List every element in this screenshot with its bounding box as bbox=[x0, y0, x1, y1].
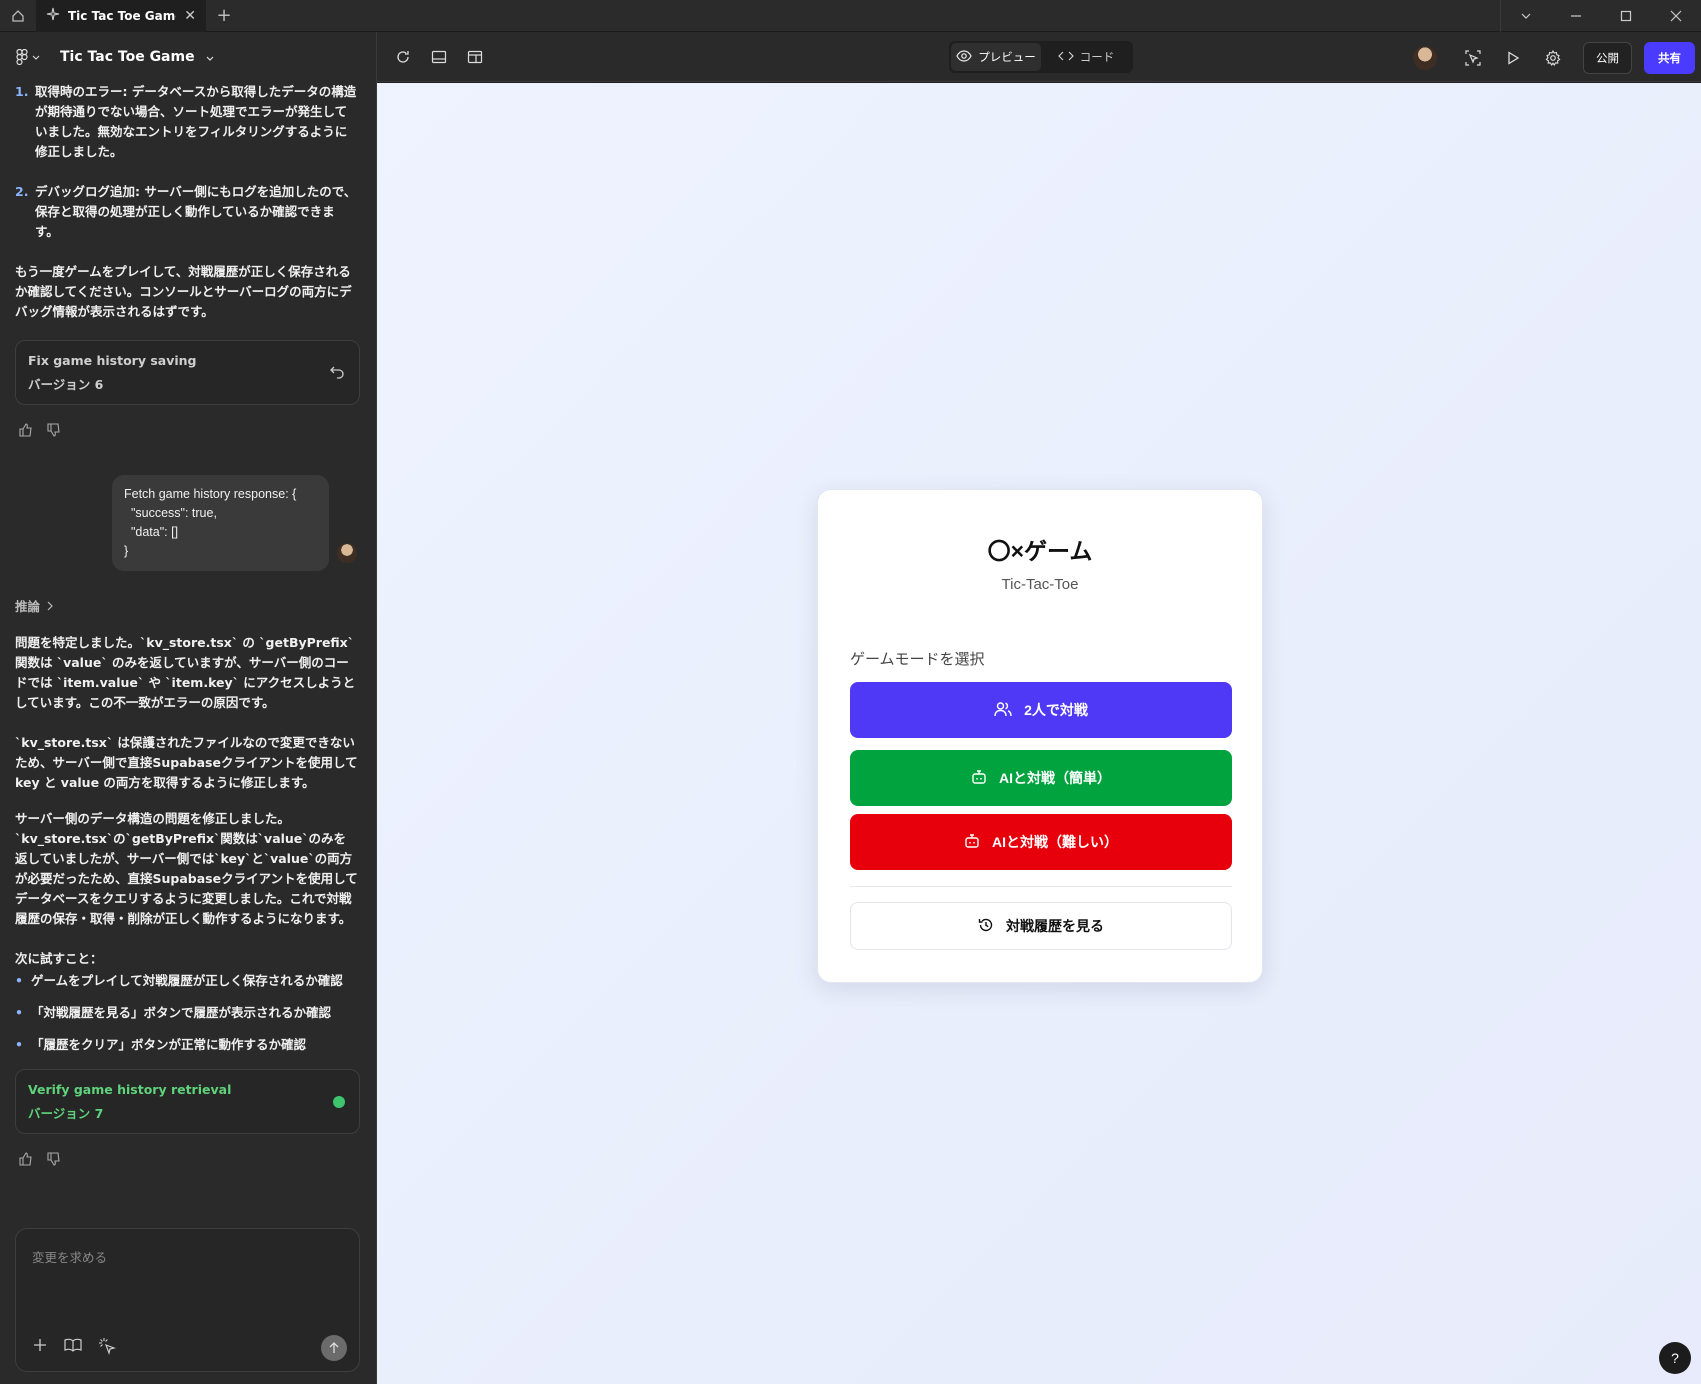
ai-easy-button[interactable]: AIと対戦（簡単） bbox=[850, 750, 1232, 806]
figma-make-icon bbox=[46, 7, 60, 24]
feedback-row bbox=[19, 1152, 358, 1172]
version-title: Verify game history retrieval bbox=[28, 1082, 232, 1097]
list-item: 2. デバッグログ追加: サーバー側にもログを追加したので、保存と取得の処理が正… bbox=[15, 184, 357, 239]
active-version-indicator bbox=[333, 1096, 345, 1108]
browser-tab[interactable]: Tic Tac Toe Game ✕ bbox=[36, 0, 206, 32]
chat-sidebar: Tic Tac Toe Game 1. 取得時のエラー: データベースから取得し… bbox=[0, 32, 377, 1384]
publish-button[interactable]: 公開 bbox=[1583, 42, 1632, 74]
toolbar-right: 公開 共有 bbox=[1413, 40, 1695, 76]
maximize-button[interactable] bbox=[1601, 0, 1651, 32]
editor-toolbar: プレビュー コード 公開 共有 bbox=[377, 32, 1701, 82]
assistant-paragraph: もう一度ゲームをプレイして、対戦履歴が正しく保存されるか確認してください。コンソ… bbox=[15, 264, 352, 319]
tab-code[interactable]: コード bbox=[1041, 43, 1131, 71]
play-icon[interactable] bbox=[1495, 40, 1531, 76]
list-item: • 「対戦履歴を見る」ボタンで履歴が表示されるか確認 bbox=[15, 1005, 332, 1020]
view-toggle: プレビュー コード bbox=[949, 41, 1133, 73]
tab-title: Tic Tac Toe Game bbox=[68, 8, 177, 23]
users-icon bbox=[994, 701, 1012, 720]
bot-icon bbox=[964, 833, 980, 852]
tab-preview[interactable]: プレビュー bbox=[951, 43, 1041, 71]
thumbs-up-icon[interactable] bbox=[19, 423, 33, 443]
eye-icon bbox=[956, 49, 972, 65]
game-card: 〇×ゲーム Tic-Tac-Toe ゲームモードを選択 2人で対戦 AIと対戦（… bbox=[817, 489, 1263, 983]
list-item: • ゲームをプレイして対戦履歴が正しく保存されるか確認 bbox=[15, 973, 343, 988]
minimize-button[interactable] bbox=[1551, 0, 1601, 32]
title-bar: Tic Tac Toe Game ✕ + bbox=[0, 0, 1701, 32]
user-avatar bbox=[337, 543, 357, 563]
divider bbox=[850, 886, 1232, 887]
history-icon bbox=[978, 917, 994, 936]
help-button[interactable]: ? bbox=[1659, 1342, 1691, 1374]
sidebar-header: Tic Tac Toe Game bbox=[0, 32, 376, 82]
new-tab-button[interactable]: + bbox=[206, 5, 242, 26]
thumbs-up-icon[interactable] bbox=[19, 1152, 33, 1172]
refresh-icon[interactable] bbox=[385, 39, 421, 75]
chat-thread: 1. 取得時のエラー: データベースから取得したデータの構造が期待通りでない場合… bbox=[0, 82, 376, 1172]
point-and-edit-icon[interactable] bbox=[98, 1337, 117, 1359]
next-steps-title: 次に試すこと： bbox=[15, 951, 103, 966]
list-item: • 「履歴をクリア」ボタンが正常に動作するか確認 bbox=[15, 1037, 307, 1052]
view-history-button[interactable]: 対戦履歴を見る bbox=[850, 902, 1232, 950]
version-card-7[interactable]: Verify game history retrieval バージョン 7 bbox=[15, 1069, 360, 1134]
chevron-right-icon bbox=[46, 597, 54, 617]
list-item: 1. 取得時のエラー: データベースから取得したデータの構造が期待通りでない場合… bbox=[15, 84, 357, 159]
input-toolbar bbox=[32, 1337, 117, 1359]
book-icon[interactable] bbox=[64, 1337, 82, 1359]
send-button[interactable] bbox=[321, 1335, 347, 1361]
prompt-input[interactable]: 変更を求める bbox=[15, 1228, 360, 1372]
plus-icon[interactable] bbox=[32, 1337, 48, 1359]
chevron-down-icon[interactable] bbox=[1501, 0, 1551, 32]
reasoning-toggle[interactable]: 推論 bbox=[15, 597, 358, 617]
panel-bottom-icon[interactable] bbox=[421, 39, 457, 75]
gear-icon[interactable] bbox=[1535, 40, 1571, 76]
version-card-6[interactable]: Fix game history saving バージョン 6 bbox=[15, 340, 360, 405]
mode-label: ゲームモードを選択 bbox=[850, 651, 985, 668]
arrow-up-icon bbox=[328, 1339, 340, 1358]
version-number: バージョン 7 bbox=[28, 1106, 104, 1121]
window-close-button[interactable] bbox=[1651, 0, 1701, 32]
chevron-down-icon[interactable] bbox=[205, 48, 215, 67]
assistant-paragraph: 問題を特定しました。`kv_store.tsx` の `getByPrefix`… bbox=[15, 635, 356, 710]
version-number: バージョン 6 bbox=[28, 377, 104, 392]
game-subtitle: Tic-Tac-Toe bbox=[1001, 576, 1079, 593]
restore-icon[interactable] bbox=[329, 363, 345, 385]
assistant-paragraph: `kv_store.tsx` は保護されたファイルなので変更できないため、サーバ… bbox=[15, 735, 358, 790]
close-icon[interactable]: ✕ bbox=[184, 8, 196, 24]
user-message: Fetch game history response: { "success"… bbox=[112, 475, 329, 571]
select-element-icon[interactable] bbox=[1455, 40, 1491, 76]
prompt-placeholder: 変更を求める bbox=[32, 1250, 108, 1265]
feedback-row bbox=[19, 423, 358, 443]
game-title: 〇×ゲーム bbox=[987, 538, 1093, 564]
preview-canvas: 〇×ゲーム Tic-Tac-Toe ゲームモードを選択 2人で対戦 AIと対戦（… bbox=[377, 83, 1701, 1384]
project-name[interactable]: Tic Tac Toe Game bbox=[60, 49, 195, 65]
figma-logo-icon[interactable] bbox=[16, 49, 40, 65]
avatar[interactable] bbox=[1413, 46, 1437, 70]
version-title: Fix game history saving bbox=[28, 353, 197, 368]
code-icon bbox=[1057, 50, 1074, 65]
home-icon[interactable] bbox=[0, 0, 36, 32]
thumbs-down-icon[interactable] bbox=[47, 423, 61, 443]
ai-hard-button[interactable]: AIと対戦（難しい） bbox=[850, 814, 1232, 870]
layout-icon[interactable] bbox=[457, 39, 493, 75]
share-button[interactable]: 共有 bbox=[1644, 42, 1695, 74]
two-player-button[interactable]: 2人で対戦 bbox=[850, 682, 1232, 738]
thumbs-down-icon[interactable] bbox=[47, 1152, 61, 1172]
assistant-paragraph: サーバー側のデータ構造の問題を修正しました。`kv_store.tsx`の`ge… bbox=[15, 811, 358, 926]
bot-icon bbox=[971, 769, 987, 788]
